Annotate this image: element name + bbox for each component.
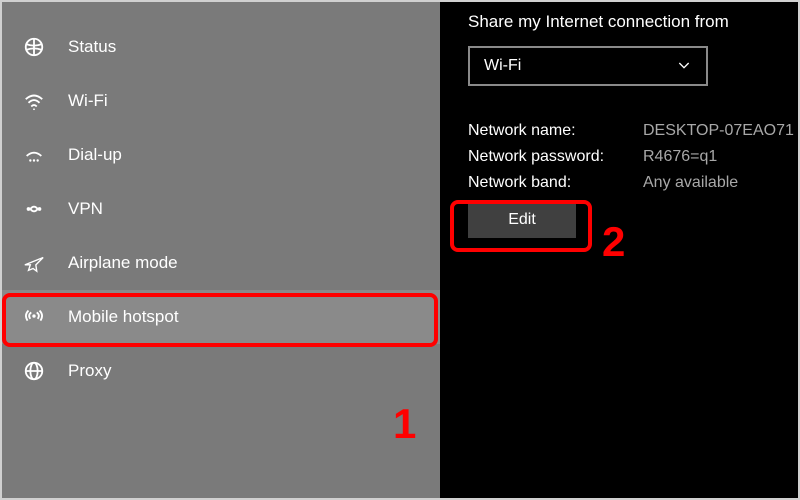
sidebar-item-label: Mobile hotspot (68, 307, 179, 327)
share-connection-label: Share my Internet connection from (468, 12, 778, 32)
sidebar-item-label: Wi-Fi (68, 91, 108, 111)
select-value: Wi-Fi (484, 57, 521, 75)
sidebar-item-label: VPN (68, 199, 103, 219)
network-band-value: Any available (643, 174, 738, 192)
airplane-icon (22, 251, 46, 275)
network-band-row: Network band: Any available (468, 174, 778, 192)
connection-source-select[interactable]: Wi-Fi (468, 46, 708, 86)
hotspot-icon (22, 305, 46, 329)
network-name-value: DESKTOP-07EAO71 49 (643, 122, 800, 140)
sidebar-item-label: Dial-up (68, 145, 122, 165)
status-icon (22, 35, 46, 59)
sidebar-item-dialup[interactable]: Dial-up (0, 128, 440, 182)
sidebar-item-airplane[interactable]: Airplane mode (0, 236, 440, 290)
network-password-value: R4676=q1 (643, 148, 717, 166)
network-password-row: Network password: R4676=q1 (468, 148, 778, 166)
sidebar-item-label: Status (68, 37, 116, 57)
dialup-icon (22, 143, 46, 167)
sidebar-item-label: Airplane mode (68, 253, 178, 273)
sidebar-item-status[interactable]: Status (0, 20, 440, 74)
wifi-icon (22, 89, 46, 113)
settings-sidebar: Status Wi-Fi Dial-up VPN Airplane mode (0, 0, 440, 500)
vpn-icon (22, 197, 46, 221)
network-name-label: Network name: (468, 122, 643, 140)
edit-button[interactable]: Edit (468, 202, 576, 238)
proxy-icon (22, 359, 46, 383)
network-name-row: Network name: DESKTOP-07EAO71 49 (468, 122, 778, 140)
network-password-label: Network password: (468, 148, 643, 166)
sidebar-item-proxy[interactable]: Proxy (0, 344, 440, 398)
settings-window: Status Wi-Fi Dial-up VPN Airplane mode (0, 0, 800, 500)
hotspot-settings-panel: Share my Internet connection from Wi-Fi … (440, 0, 800, 500)
edit-button-label: Edit (508, 211, 536, 229)
chevron-down-icon (676, 57, 692, 76)
network-band-label: Network band: (468, 174, 643, 192)
sidebar-item-vpn[interactable]: VPN (0, 182, 440, 236)
sidebar-item-mobile-hotspot[interactable]: Mobile hotspot (0, 290, 440, 344)
sidebar-item-wifi[interactable]: Wi-Fi (0, 74, 440, 128)
sidebar-item-label: Proxy (68, 361, 111, 381)
